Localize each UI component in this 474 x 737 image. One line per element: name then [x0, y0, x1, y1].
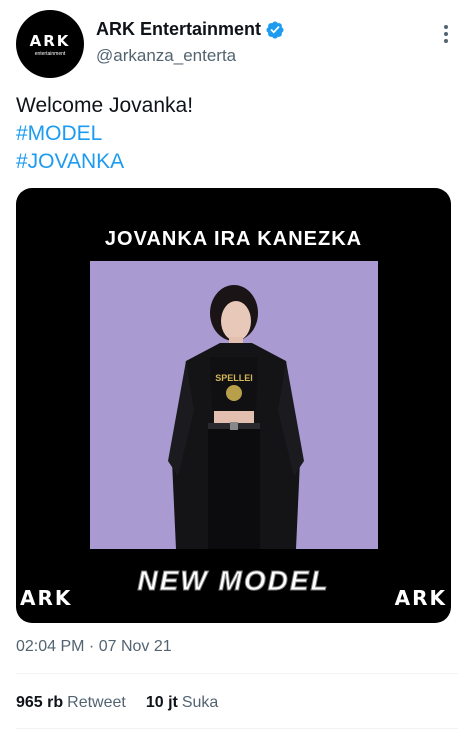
- ark-logo-left: ARK: [20, 586, 73, 610]
- hashtag-jovanka[interactable]: #JOVANKA: [16, 148, 193, 176]
- tweet-timestamp[interactable]: 02:04 PM · 07 Nov 21: [16, 638, 172, 656]
- poster-title: JOVANKA IRA KANEZKA: [104, 228, 363, 250]
- new-model-banner: NEW MODEL: [137, 565, 330, 597]
- tweet-header: ARK entertainment ARK Entertainment @ark…: [16, 10, 458, 78]
- divider: [16, 728, 458, 729]
- divider: [16, 673, 458, 674]
- retweet-label[interactable]: Retweet: [67, 694, 126, 712]
- author-handle[interactable]: @arkanza_enterta: [96, 46, 285, 66]
- more-dot: [444, 39, 448, 43]
- verified-badge-icon: [266, 20, 284, 39]
- ark-logo-right: ARK: [394, 586, 447, 610]
- tweet-text-line: Welcome Jovanka!: [16, 94, 194, 117]
- shirt-print-text: SPELLEI: [215, 373, 253, 383]
- tweet-text: Welcome Jovanka! #MODEL #JOVANKA: [16, 92, 193, 176]
- more-dot: [444, 32, 448, 36]
- name-row: ARK Entertainment: [96, 19, 285, 40]
- avatar-subtext: entertainment: [34, 50, 66, 57]
- author-names: ARK Entertainment @arkanza_enterta: [96, 19, 285, 66]
- tweet-stats: 965 rb Retweet 10 jt Suka: [16, 694, 218, 712]
- tweet-media[interactable]: JOVANKA IRA KANEZKA SPELLEI NEW MODEL AR…: [16, 188, 451, 623]
- more-options-icon[interactable]: [434, 22, 458, 46]
- retweet-count[interactable]: 965 rb: [16, 694, 63, 712]
- model-figure-illustration: [90, 261, 378, 549]
- like-label[interactable]: Suka: [182, 694, 218, 712]
- author-display-name[interactable]: ARK Entertainment: [96, 19, 261, 40]
- stats-spacer: [130, 694, 142, 712]
- avatar[interactable]: ARK entertainment: [16, 10, 84, 78]
- model-photo: SPELLEI: [90, 261, 378, 549]
- hashtag-model[interactable]: #MODEL: [16, 120, 193, 148]
- more-dot: [444, 25, 448, 29]
- avatar-logo: ARK: [29, 31, 71, 50]
- like-count[interactable]: 10 jt: [146, 694, 178, 712]
